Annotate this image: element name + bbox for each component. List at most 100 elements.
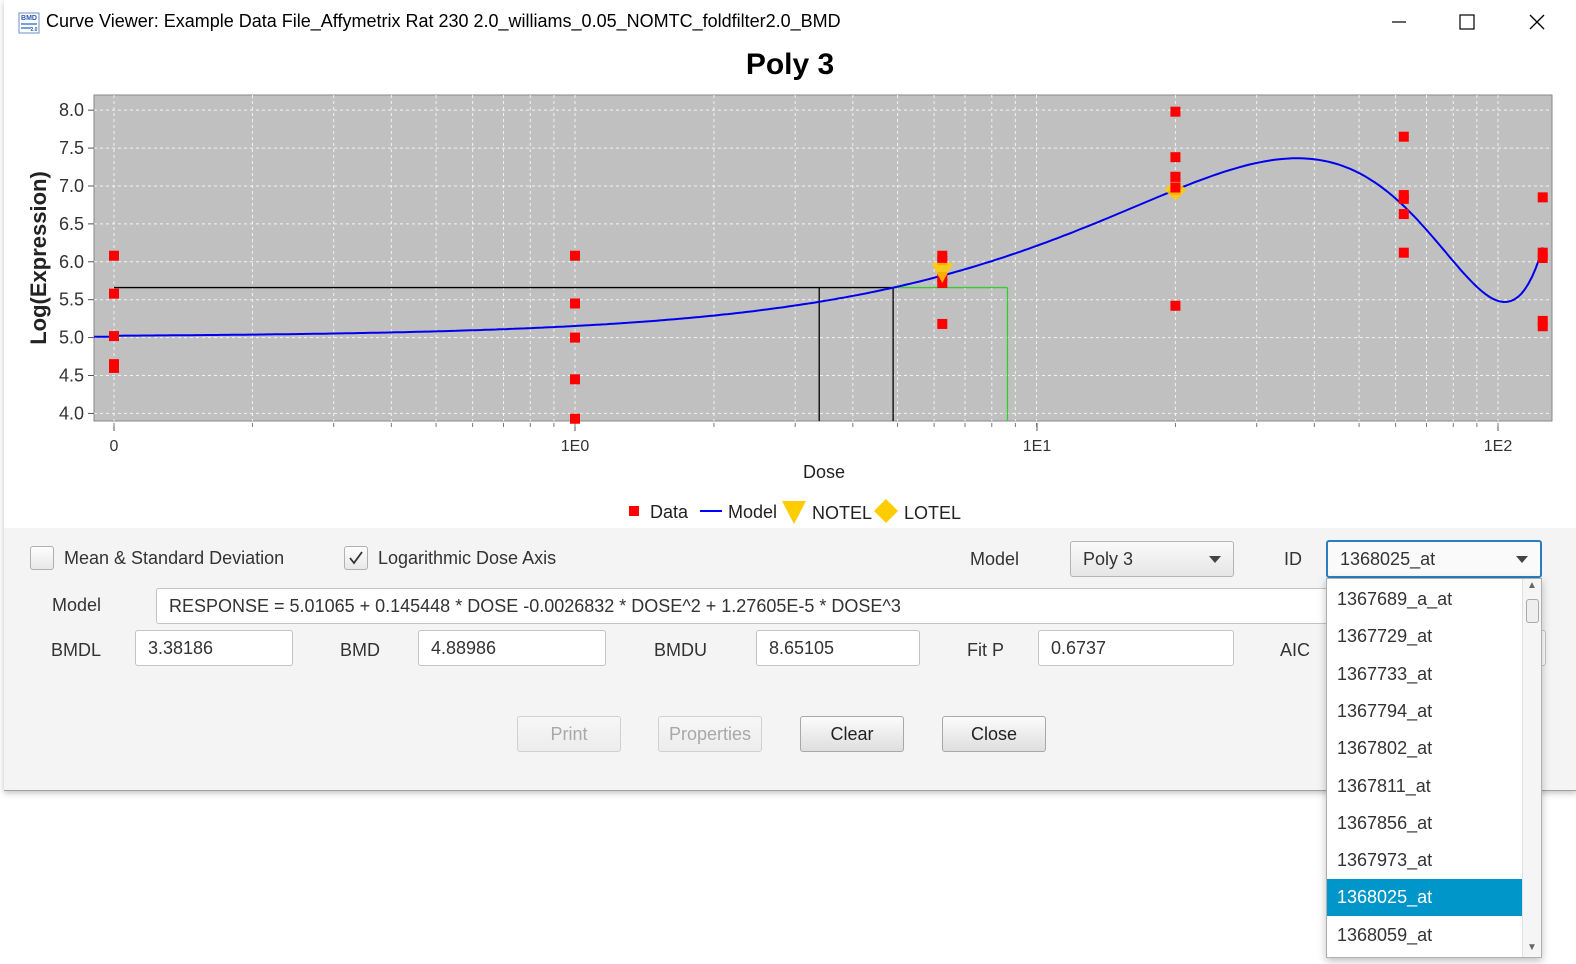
svg-text:2.0: 2.0 <box>31 27 38 33</box>
legend-data-label: Data <box>650 502 689 522</box>
x-tick-label: 0 <box>110 438 119 455</box>
properties-button[interactable]: Properties <box>658 716 762 752</box>
legend-notel-marker <box>782 501 806 524</box>
bmdl-label: BMDL <box>51 640 102 660</box>
y-tick-label: 4.5 <box>59 366 84 386</box>
y-tick-label: 7.5 <box>59 138 84 158</box>
y-tick-label: 7.0 <box>59 176 84 196</box>
mean-sd-checkbox[interactable]: Mean & Standard Deviation <box>30 546 284 570</box>
maximize-icon <box>1459 14 1475 30</box>
data-point <box>109 250 119 261</box>
data-point <box>109 362 119 373</box>
mean-sd-checkbox-box[interactable] <box>30 546 54 570</box>
y-tick-label: 5.0 <box>59 328 84 348</box>
id-dropdown-item[interactable]: 1367811_at <box>1327 768 1523 805</box>
data-point <box>1170 171 1181 182</box>
log-dose-axis-checkbox[interactable]: Logarithmic Dose Axis <box>344 546 556 570</box>
y-tick-label: 8.0 <box>59 100 84 120</box>
x-tick-label: 1E2 <box>1484 438 1513 455</box>
data-point <box>1398 193 1409 204</box>
scrollbar-thumb[interactable] <box>1526 599 1539 623</box>
bmdu-label: BMDU <box>654 640 707 660</box>
id-dropdown-item[interactable]: 1368059_at <box>1327 917 1523 954</box>
bmdu-field[interactable]: 8.65105 <box>756 630 920 666</box>
model-select-value: Poly 3 <box>1083 548 1134 569</box>
checkmark-icon <box>349 551 363 565</box>
x-tick-label: 1E0 <box>561 438 590 455</box>
model-formula-label: Model <box>52 595 102 615</box>
data-point <box>1170 152 1181 163</box>
svg-text:BMD: BMD <box>21 15 37 22</box>
fitp-label: Fit P <box>967 640 1005 660</box>
data-point <box>1537 253 1548 263</box>
mean-sd-label: Mean & Standard Deviation <box>64 547 285 568</box>
log-dose-axis-label: Logarithmic Dose Axis <box>378 547 557 568</box>
print-button[interactable]: Print <box>517 716 621 752</box>
data-point <box>109 288 119 299</box>
id-dropdown-item[interactable]: 1367856_at <box>1327 805 1523 842</box>
title-bar[interactable]: BMD 2.0 Curve Viewer: Example Data File_… <box>4 0 1576 44</box>
window-title: Curve Viewer: Example Data File_Affymetr… <box>46 11 841 31</box>
minimize-button[interactable] <box>1364 0 1434 44</box>
chevron-down-icon <box>1516 556 1528 563</box>
legend-lotel-marker <box>874 499 898 523</box>
bmd-field[interactable]: 4.88986 <box>418 630 606 666</box>
y-tick-label: 6.0 <box>59 252 84 272</box>
scroll-down-icon[interactable]: ▼ <box>1523 941 1541 955</box>
data-point <box>1537 321 1548 332</box>
id-dropdown-list[interactable]: 1367689_a_at 1367729_at 1367733_at 1367794_… <box>1326 578 1542 958</box>
id-dropdown-item[interactable]: 1367973_at <box>1327 842 1523 879</box>
fitp-field[interactable]: 0.6737 <box>1038 630 1234 666</box>
data-point <box>1398 131 1409 142</box>
x-tick-label: 1E1 <box>1023 438 1052 455</box>
aic-label: AIC <box>1280 640 1311 660</box>
id-dropdown-item[interactable]: 1368025_at <box>1327 879 1523 917</box>
close-button[interactable]: Close <box>942 716 1046 752</box>
id-dropdown-item[interactable]: 1367729_at <box>1327 618 1523 655</box>
chart-panel: Poly 3 4.0 4.5 5.0 5.5 6.0 6.5 7.0 7.5 8.0 0 1E0 1E… <box>4 44 1576 528</box>
legend-model-label: Model <box>728 502 777 522</box>
y-tick-label: 5.5 <box>59 290 84 310</box>
id-dropdown-item[interactable]: 1367733_at <box>1327 656 1523 693</box>
chevron-down-icon <box>1209 556 1221 563</box>
id-select-value: 1368025_at <box>1340 548 1436 569</box>
y-tick-label: 4.0 <box>59 403 84 423</box>
data-point <box>1398 247 1409 258</box>
id-dropdown-item[interactable]: 1367794_at <box>1327 693 1523 730</box>
data-point <box>1170 182 1181 193</box>
dose-response-chart[interactable]: 4.0 4.5 5.0 5.5 6.0 6.5 7.0 7.5 8.0 0 1E0 1E1 1E2 Dos… <box>4 44 1576 528</box>
id-dropdown-item[interactable]: 1367802_at <box>1327 730 1523 767</box>
id-select[interactable]: 1368025_at <box>1326 540 1542 578</box>
dropdown-scrollbar[interactable]: ▲ ▼ <box>1522 579 1541 957</box>
clear-button[interactable]: Clear <box>800 716 904 752</box>
data-point <box>570 298 580 309</box>
log-dose-axis-checkbox-box[interactable] <box>344 546 368 570</box>
id-dropdown-item[interactable]: 1367689_a_at <box>1327 581 1523 618</box>
data-point <box>1170 106 1181 117</box>
bmd-label: BMD <box>340 640 380 660</box>
data-point <box>570 250 580 261</box>
data-point <box>570 413 580 424</box>
data-point <box>1537 192 1548 203</box>
minimize-icon <box>1392 21 1406 23</box>
x-axis-label: Dose <box>803 462 845 482</box>
data-point <box>1398 209 1409 220</box>
legend-data-marker <box>629 506 639 516</box>
close-window-button[interactable] <box>1502 0 1572 44</box>
model-select[interactable]: Poly 3 <box>1070 541 1234 577</box>
data-point <box>109 331 119 342</box>
model-formula-field[interactable]: RESPONSE = 5.01065 + 0.145448 * DOSE -0.… <box>156 588 1396 624</box>
data-point <box>570 374 580 385</box>
id-select-label: ID <box>1284 549 1302 569</box>
data-point <box>937 318 948 329</box>
close-icon <box>1529 14 1545 30</box>
y-axis-label: Log(Expression) <box>26 171 51 345</box>
scroll-up-icon[interactable]: ▲ <box>1523 579 1541 593</box>
maximize-button[interactable] <box>1432 0 1502 44</box>
data-point <box>1170 300 1181 311</box>
model-select-label: Model <box>970 549 1020 569</box>
bmdl-field[interactable]: 3.38186 <box>135 630 293 666</box>
legend-lotel-label: LOTEL <box>904 503 961 523</box>
bmd-express-app-icon: BMD 2.0 <box>18 12 40 34</box>
legend-notel-label: NOTEL <box>812 503 872 523</box>
